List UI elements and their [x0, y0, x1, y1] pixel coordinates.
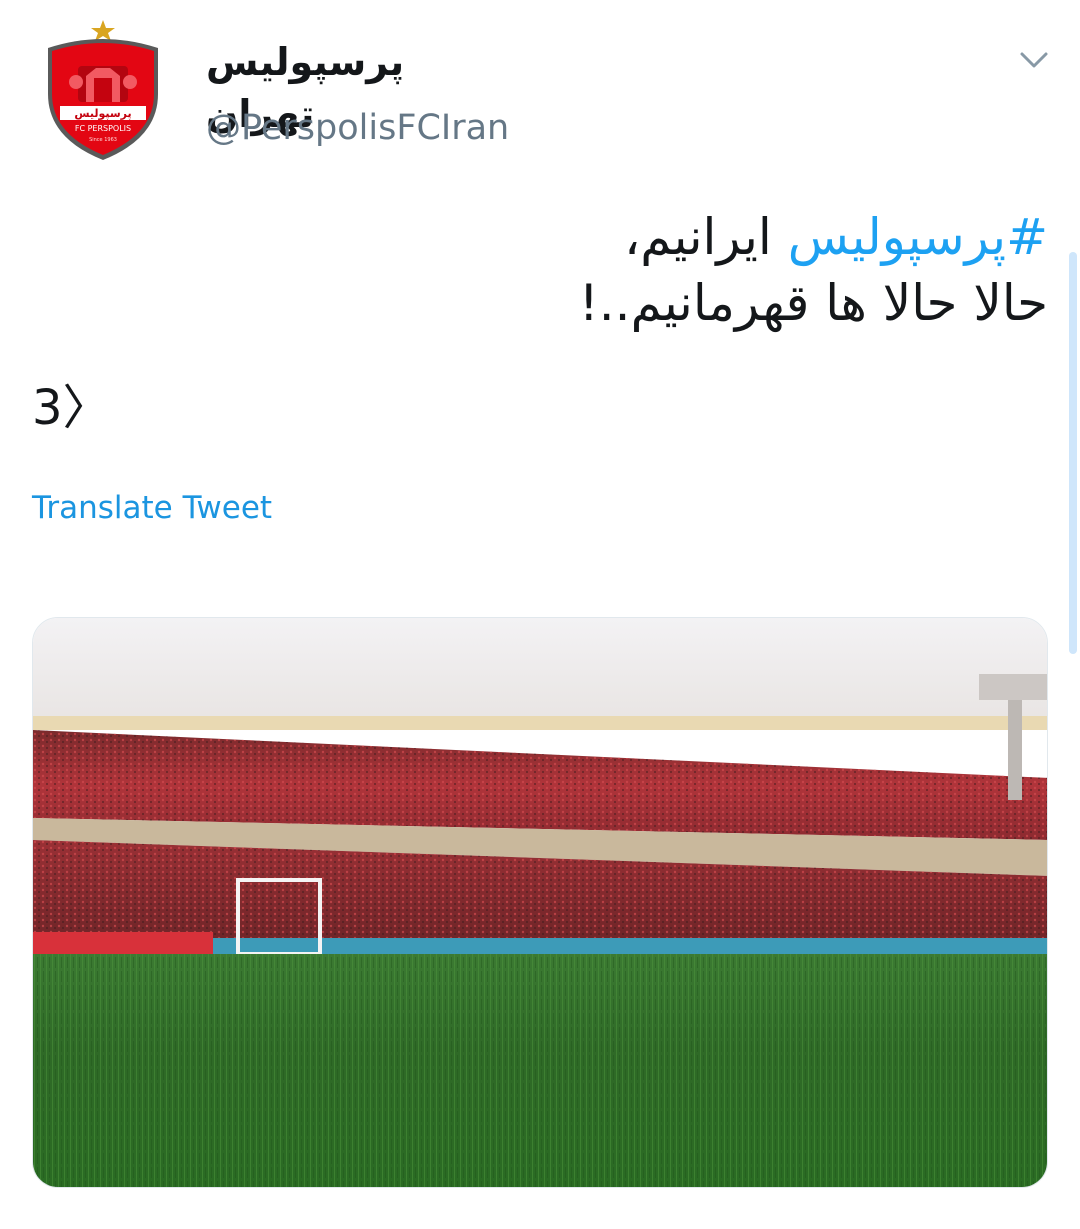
svg-text:Since 1963: Since 1963 [89, 137, 117, 143]
translate-tweet-link[interactable]: Translate Tweet [32, 486, 272, 530]
tweet-line-1-text: ایرانیم، [624, 208, 788, 266]
scrollbar[interactable] [1069, 252, 1077, 654]
perspolis-crest-icon: پرسپولیس FC PERSPOLIS Since 1963 [48, 20, 158, 160]
avatar[interactable]: پرسپولیس FC PERSPOLIS Since 1963 [40, 20, 166, 164]
svg-text:پرسپولیس: پرسپولیس [74, 107, 131, 120]
tweet-card: پرسپولیس FC PERSPOLIS Since 1963 پرسپولی… [0, 0, 1080, 1229]
user-handle[interactable]: @PerspolisFCIran [206, 104, 509, 152]
tweet-text: #پرسپولیس ایرانیم، حالا حالا ها قهرمانیم… [32, 204, 1048, 336]
tweet-line-2: حالا حالا ها قهرمانیم..! [578, 274, 1048, 332]
stadium-crowd-photo[interactable] [32, 617, 1048, 1188]
hashtag-link[interactable]: #پرسپولیس [788, 208, 1048, 266]
svg-text:FC PERSPOLIS: FC PERSPOLIS [75, 124, 131, 133]
emoticon-text: 3〉 [32, 380, 111, 436]
tweet-line-1: #پرسپولیس ایرانیم، [32, 204, 1048, 270]
chevron-down-icon[interactable] [1018, 44, 1050, 76]
